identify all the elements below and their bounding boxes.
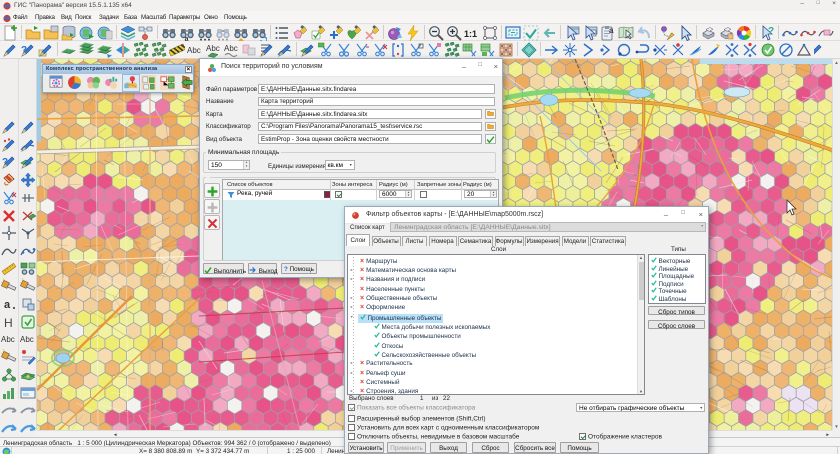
svg-text:Abc: Abc [224, 44, 238, 53]
svg-text:a: a [609, 26, 614, 35]
svg-text:?: ? [768, 26, 774, 37]
svg-text:1:1: 1:1 [464, 29, 477, 39]
svg-text:Abc: Abc [20, 335, 34, 344]
svg-text:Abc: Abc [187, 46, 201, 55]
svg-text:H: H [4, 316, 13, 330]
svg-text:Abc: Abc [1, 335, 15, 344]
svg-text:a: a [4, 299, 11, 311]
svg-text:Abc: Abc [206, 44, 220, 53]
